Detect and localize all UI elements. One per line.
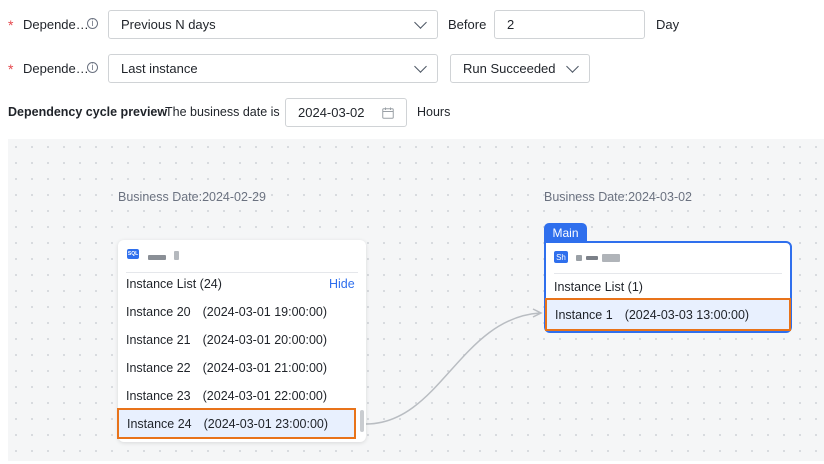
instance-row-selected[interactable]: Instance 24 (2024-03-01 23:00:00) (117, 408, 356, 439)
instance-name: Instance 24 (127, 416, 192, 431)
instance-time: (2024-03-01 21:00:00) (202, 361, 328, 375)
node-name-redacted (174, 251, 179, 260)
sql-node-icon: SQL (127, 249, 139, 259)
instance-time: (2024-03-01 19:00:00) (202, 305, 328, 319)
instance-name: Instance 21 (126, 333, 191, 347)
shell-badge-text: Sh (556, 252, 566, 262)
instance-name: Instance 23 (126, 389, 191, 403)
divider (126, 272, 358, 273)
left-business-date: Business Date:2024-02-29 (118, 190, 267, 204)
instance-time: (2024-03-01 20:00:00) (202, 333, 328, 347)
instance-row[interactable]: Instance 21 (2024-03-01 20:00:00) (118, 326, 366, 354)
current-node-card[interactable]: Sh Instance List (1) Instance 1 (2024-03-… (544, 241, 792, 333)
instance-name: Instance 20 (126, 305, 191, 319)
instance-name: Instance 1 (555, 307, 613, 322)
instance-row-selected[interactable]: Instance 1 (2024-03-03 13:00:00) (545, 298, 791, 331)
divider (554, 273, 782, 274)
instance-time: (2024-03-01 23:00:00) (203, 416, 329, 431)
instance-row[interactable]: Instance 20 (2024-03-01 19:00:00) (118, 298, 366, 326)
sql-badge-text: SQL (127, 251, 139, 257)
instance-list-title: Instance List (24) (126, 277, 222, 291)
hide-link[interactable]: Hide (329, 277, 355, 291)
upstream-node-card[interactable]: SQL Instance List (24) Hide Instance 20 (… (117, 240, 366, 442)
right-business-date: Business Date:2024-03-02 (544, 190, 693, 204)
node-name-redacted (148, 255, 166, 260)
instance-list-title: Instance List (1) (554, 280, 643, 294)
main-tag-label: Main (552, 225, 579, 240)
instance-row[interactable]: Instance 23 (2024-03-01 22:00:00) (118, 382, 366, 410)
shell-node-icon: Sh (554, 251, 568, 263)
instance-time: (2024-03-01 22:00:00) (202, 389, 328, 403)
node-name-redacted (576, 255, 582, 261)
node-name-redacted (602, 254, 620, 262)
instance-name: Instance 22 (126, 361, 191, 375)
scrollbar-thumb[interactable] (360, 410, 364, 432)
instance-row[interactable]: Instance 22 (2024-03-01 21:00:00) (118, 354, 366, 382)
main-tag: Main (544, 223, 587, 242)
instance-time: (2024-03-03 13:00:00) (624, 307, 750, 322)
node-name-redacted (586, 256, 598, 260)
